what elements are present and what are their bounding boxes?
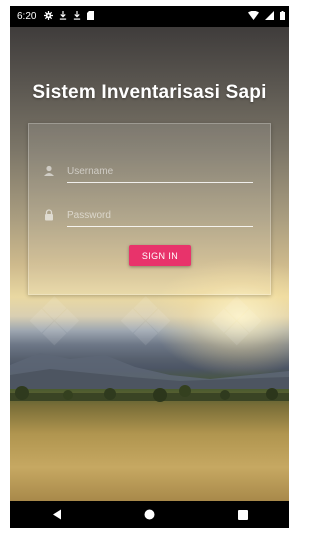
background-trees	[10, 385, 289, 402]
sd-card-icon	[87, 10, 95, 23]
background-watermark: ❖ ❖ ❖	[25, 286, 274, 358]
recents-icon[interactable]	[228, 505, 258, 525]
login-card: SIGN IN	[28, 123, 271, 295]
status-time: 6:20	[17, 11, 37, 22]
settings-icon	[44, 10, 54, 23]
signal-icon	[265, 10, 274, 23]
password-field	[43, 204, 262, 230]
username-field	[43, 160, 262, 186]
download-icon	[73, 10, 81, 23]
person-icon	[43, 164, 55, 176]
back-icon[interactable]	[42, 505, 72, 525]
phone-screen: 6:20 ❖ ❖ ❖ Sistem Inventarisasi Sapi Use…	[10, 6, 289, 528]
lock-icon	[43, 208, 55, 221]
app-title: Sistem Inventarisasi Sapi	[32, 82, 267, 103]
home-icon[interactable]	[135, 505, 165, 525]
battery-icon	[280, 10, 285, 23]
status-bar: 6:20	[10, 6, 289, 27]
navigation-bar	[10, 501, 289, 528]
username-input[interactable]	[67, 160, 253, 183]
wifi-icon	[248, 10, 259, 23]
password-input[interactable]	[67, 204, 253, 227]
sign-in-button[interactable]: SIGN IN	[129, 245, 191, 266]
download-icon	[59, 10, 67, 23]
login-screen: ❖ ❖ ❖ Sistem Inventarisasi Sapi SIGN IN	[10, 27, 289, 501]
